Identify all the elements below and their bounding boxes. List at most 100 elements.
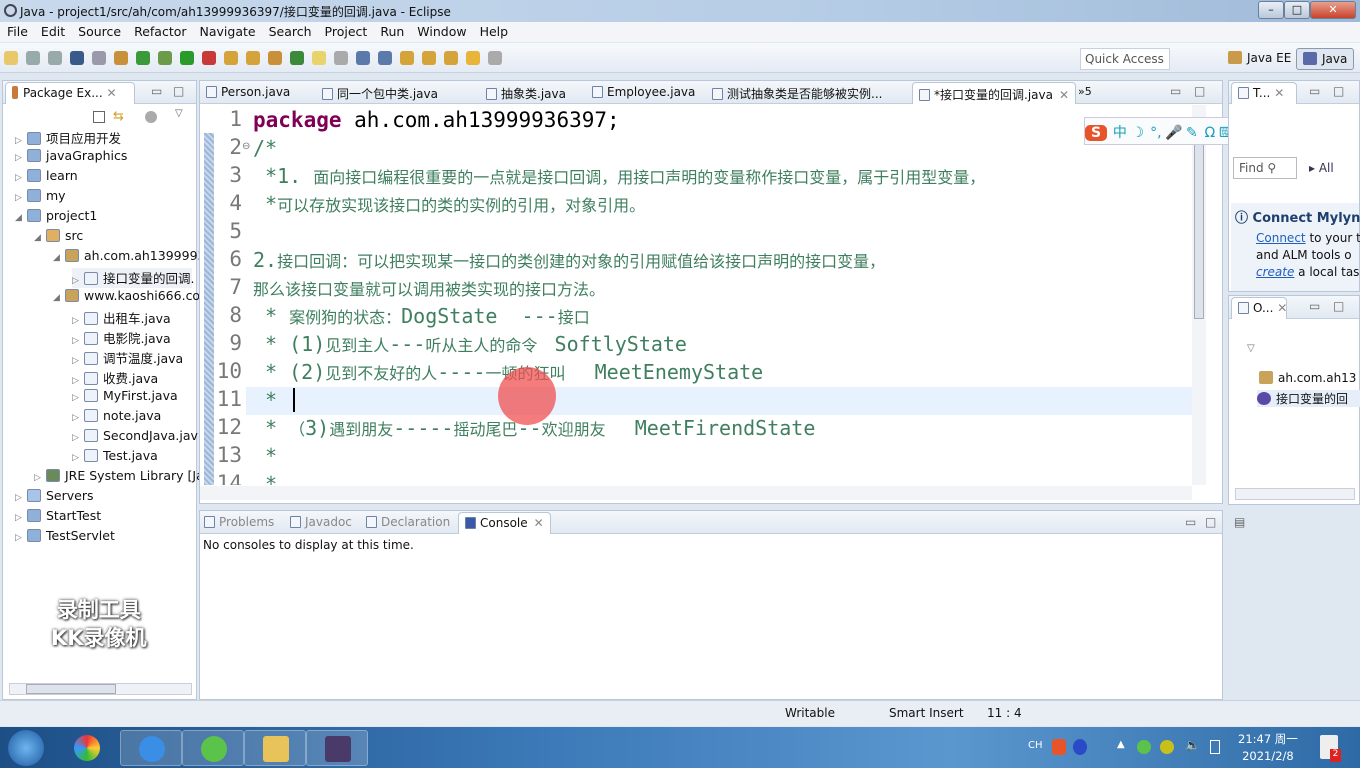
collapsed-arrow-icon[interactable]: ▷: [15, 533, 27, 543]
clock[interactable]: 21:47 周一 2021/2/8: [1238, 731, 1298, 765]
maximize-icon[interactable]: □: [1333, 84, 1344, 98]
editor-tab[interactable]: Employee.java: [592, 85, 695, 99]
collapse-all-icon[interactable]: [93, 111, 105, 123]
task-find-input[interactable]: Find ⚲: [1233, 157, 1297, 179]
tab-console[interactable]: Console ✕: [458, 512, 551, 534]
tree-item[interactable]: ▷ 调节温度.java: [72, 348, 183, 368]
toolbar-button-icon[interactable]: [356, 51, 370, 65]
ime-tool-icon[interactable]: Ω: [1201, 125, 1219, 141]
editor-tab[interactable]: 抽象类.java: [486, 85, 566, 102]
menu-run[interactable]: Run: [373, 22, 410, 39]
tree-item[interactable]: ◢ src: [34, 228, 83, 248]
tree-item[interactable]: ▷ learn: [15, 168, 78, 188]
collapsed-arrow-icon[interactable]: ▷: [15, 153, 27, 163]
toolbar-button-icon[interactable]: [158, 51, 172, 65]
code-line[interactable]: 那么该接口变量就可以调用被类实现的接口方法。: [253, 276, 605, 300]
create-task-link[interactable]: create: [1256, 265, 1294, 279]
maximize-icon[interactable]: □: [173, 84, 184, 98]
editor-horizontal-scrollbar[interactable]: [200, 486, 1192, 500]
tab-javadoc[interactable]: Javadoc: [290, 515, 352, 529]
tab-outline[interactable]: O... ✕: [1231, 297, 1287, 319]
code-line[interactable]: 2.接口回调：可以把实现某一接口的类创建的对象的引用赋值给该接口声明的接口变量，: [253, 248, 885, 272]
tree-item[interactable]: ◢ project1: [15, 208, 97, 228]
tree-item[interactable]: ▷ javaGraphics: [15, 148, 127, 168]
tree-item[interactable]: ▷ 项目应用开发: [15, 128, 121, 148]
ime-tool-icon[interactable]: 🎤: [1165, 125, 1183, 141]
minimize-icon[interactable]: ▭: [1170, 84, 1181, 98]
minimize-button[interactable]: –: [1258, 1, 1284, 19]
code-line[interactable]: /*: [253, 136, 277, 160]
toolbar-button-icon[interactable]: [26, 51, 40, 65]
toolbar-button-icon[interactable]: [136, 51, 150, 65]
code-line[interactable]: * 案例狗的状态：DogState ---接口: [253, 304, 590, 328]
close-icon[interactable]: ✕: [107, 86, 117, 100]
chevron-down-icon[interactable]: ▽: [175, 108, 183, 119]
ime-tool-icon[interactable]: ☽: [1129, 125, 1147, 141]
menu-project[interactable]: Project: [318, 22, 374, 39]
code-line[interactable]: *: [253, 472, 277, 485]
tree-item[interactable]: ▷ my: [15, 188, 66, 208]
sogou-tray-icon[interactable]: [1052, 739, 1066, 755]
tree-item[interactable]: ▷ 收费.java: [72, 368, 158, 388]
toolbar-button-icon[interactable]: [114, 51, 128, 65]
volume-icon[interactable]: 🔈: [1185, 738, 1200, 752]
tab-declaration[interactable]: Declaration: [366, 515, 450, 529]
close-icon[interactable]: ✕: [1277, 301, 1287, 315]
editor-tab[interactable]: Person.java: [206, 85, 290, 99]
network-icon[interactable]: [1210, 740, 1220, 754]
code-line[interactable]: *: [253, 444, 277, 468]
outline-item-package[interactable]: ah.com.ah13: [1259, 371, 1356, 385]
editor-tab[interactable]: 测试抽象类是否能够被实例...: [712, 85, 882, 102]
toolbar-button-icon[interactable]: [180, 51, 194, 65]
expand-arrow-icon[interactable]: ▽: [1247, 343, 1255, 354]
code-line[interactable]: *: [253, 388, 277, 412]
taskbar-app-2[interactable]: [120, 730, 182, 766]
ime-tool-icon[interactable]: 中: [1111, 122, 1129, 142]
menu-refactor[interactable]: Refactor: [127, 22, 192, 39]
view-menu-icon[interactable]: [145, 111, 157, 123]
minimize-icon[interactable]: ▭: [1185, 515, 1196, 529]
collapsed-arrow-icon[interactable]: ▷: [72, 276, 84, 286]
perspective-java[interactable]: Java: [1296, 48, 1355, 70]
toolbar-button-icon[interactable]: [466, 51, 480, 65]
menu-search[interactable]: Search: [262, 22, 318, 39]
collapsed-arrow-icon[interactable]: ▷: [15, 513, 27, 523]
ime-tool-icon[interactable]: ✎: [1183, 125, 1201, 141]
toolbar-button-icon[interactable]: [444, 51, 458, 65]
tree-item[interactable]: ◢ ah.com.ah1399993: [53, 248, 205, 268]
tree-item[interactable]: ▷ StartTest: [15, 508, 101, 528]
toolbar-button-icon[interactable]: [400, 51, 414, 65]
toolbar-button-icon[interactable]: [378, 51, 392, 65]
taskbar-eclipse[interactable]: [306, 730, 368, 766]
all-filter[interactable]: ▸ All: [1309, 161, 1334, 175]
maximize-button[interactable]: □: [1284, 1, 1310, 19]
taskbar-ie[interactable]: [182, 730, 244, 766]
collapsed-arrow-icon[interactable]: ▷: [15, 136, 27, 146]
editor-vertical-scrollbar[interactable]: [1192, 105, 1206, 485]
tray-app-icon[interactable]: [1160, 740, 1174, 754]
tree-item[interactable]: ▷ 电影院.java: [72, 328, 171, 348]
outline-scrollbar[interactable]: [1235, 488, 1355, 500]
menu-edit[interactable]: Edit: [34, 22, 71, 39]
show-hidden-icons[interactable]: ▲: [1117, 739, 1125, 750]
minimize-icon[interactable]: ▭: [151, 84, 162, 98]
editor-tab[interactable]: *接口变量的回调.java ✕: [912, 82, 1077, 104]
menu-navigate[interactable]: Navigate: [193, 22, 262, 39]
collapsed-arrow-icon[interactable]: ▷: [72, 433, 84, 443]
tree-item[interactable]: ◢ www.kaoshi666.co: [53, 288, 200, 308]
expanded-arrow-icon[interactable]: ◢: [53, 253, 65, 263]
horizontal-scrollbar[interactable]: [9, 683, 192, 695]
close-icon[interactable]: ✕: [1274, 86, 1284, 100]
code-line[interactable]: *可以存放实现该接口的类的实例的引用，对象引用。: [253, 192, 645, 216]
tree-item[interactable]: ▷ Test.java: [72, 448, 158, 468]
link-with-editor-icon[interactable]: ⇆: [113, 109, 124, 124]
collapsed-arrow-icon[interactable]: ▷: [72, 376, 84, 386]
code-line[interactable]: * (1)见到主人---听从主人的命令 SoftlyState: [253, 332, 687, 356]
open-console-icon[interactable]: ▤: [1234, 515, 1245, 529]
editor-tab[interactable]: 同一个包中类.java: [322, 85, 438, 102]
tree-item[interactable]: ▷ TestServlet: [15, 528, 115, 548]
toolbar-button-icon[interactable]: [312, 51, 326, 65]
collapsed-arrow-icon[interactable]: ▷: [34, 473, 46, 483]
code-line[interactable]: *1. 面向接口编程很重要的一点就是接口回调，用接口声明的变量称作接口变量，属于…: [253, 164, 985, 188]
tree-item[interactable]: ▷ 接口变量的回调.: [72, 268, 194, 288]
